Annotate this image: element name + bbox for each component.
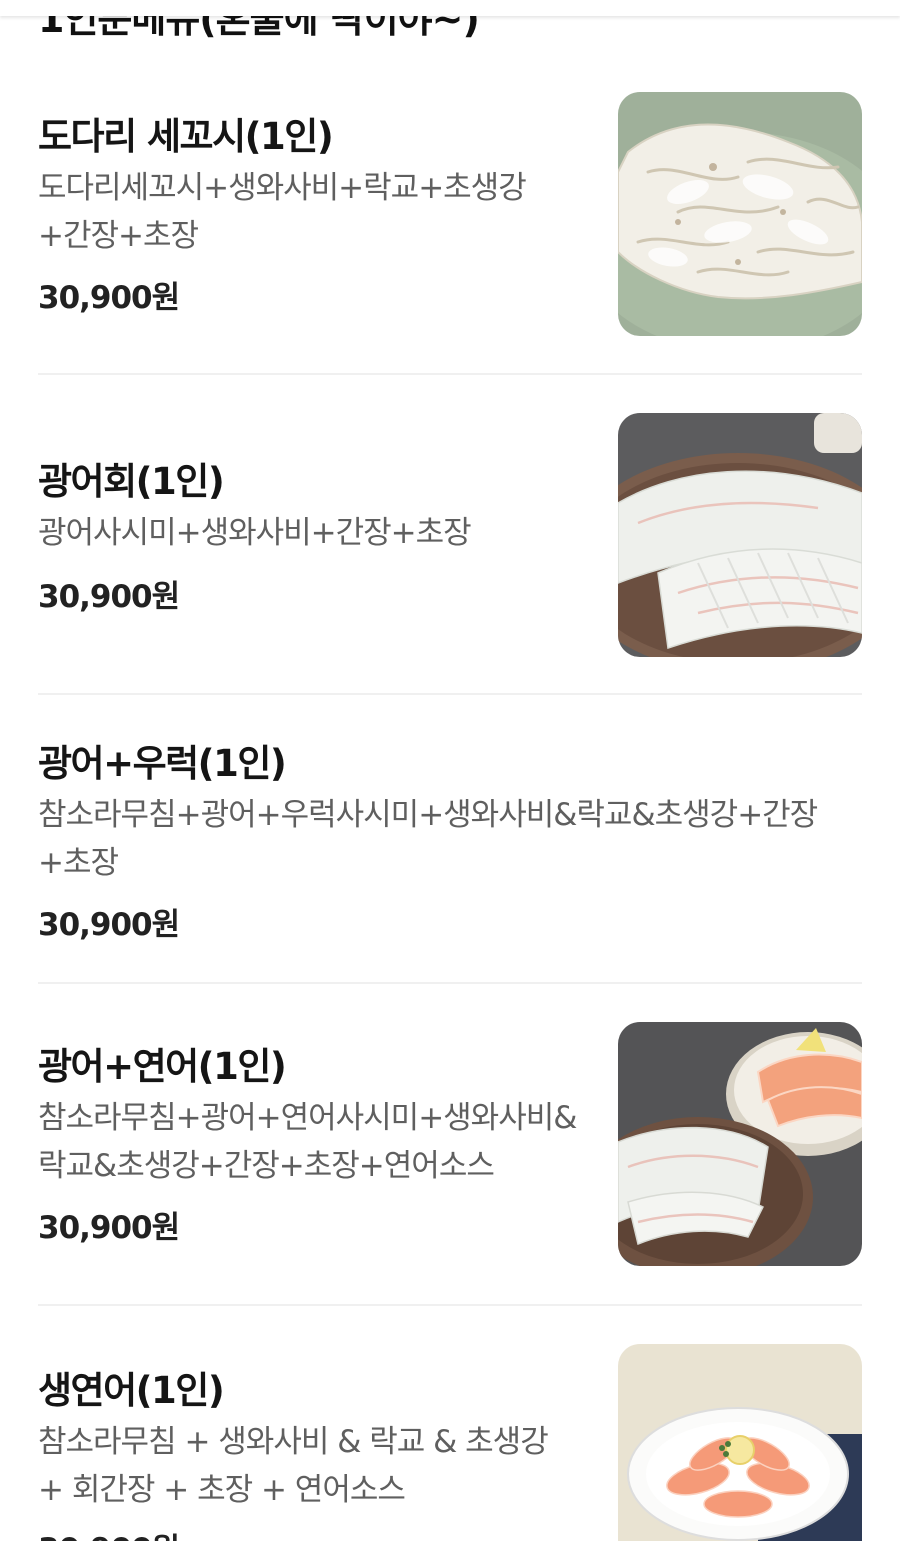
menu-item-name: 도다리 세꼬시(1인) xyxy=(38,115,334,158)
flatfish-salmon-image xyxy=(618,1022,862,1266)
menu-item-price: 30,900원 xyxy=(38,907,180,943)
flatfish-sashimi-image xyxy=(618,413,862,657)
menu-item-price: 30,900원 xyxy=(38,280,180,316)
menu-item[interactable]: 광어회(1인) 광어사시미+생와사비+간장+초장 30,900원 xyxy=(38,413,862,657)
menu-page: 1인분메뉴(혼술에 딱이야~) 도다리 세꼬시(1인) 도다리세꼬시+생와사비+… xyxy=(0,0,900,1541)
menu-item[interactable]: 광어+우럭(1인) 참소라무침+광어+우럭사시미+생와사비&락교&초생강+간장+… xyxy=(38,733,862,953)
divider xyxy=(38,982,862,984)
menu-item-description: 참소라무침 + 생와사비 & 락교 & 초생강 + 회간장 + 초장 + 연어소… xyxy=(38,1424,549,1508)
menu-item-price: 30,900원 xyxy=(38,1524,180,1541)
menu-item-name: 생연어(1인) xyxy=(38,1369,225,1412)
menu-item[interactable]: 생연어(1인) 참소라무침 + 생와사비 & 락교 & 초생강 + 회간장 + … xyxy=(38,1344,862,1541)
menu-item-description: 참소라무침+광어+연어사시미+생와사비&락교&초생강+간장+초장+연어소스 xyxy=(38,1100,577,1184)
menu-item-description: 참소라무침+광어+우럭사시미+생와사비&락교&초생강+간장+초장 xyxy=(38,797,818,881)
menu-item-price: 30,900원 xyxy=(38,1210,180,1246)
divider xyxy=(38,373,862,375)
menu-item-name: 광어+연어(1인) xyxy=(38,1045,287,1088)
menu-item[interactable]: 도다리 세꼬시(1인) 도다리세꼬시+생와사비+락교+초생강 +간장+초장 30… xyxy=(38,92,862,336)
menu-item[interactable]: 광어+연어(1인) 참소라무침+광어+연어사시미+생와사비&락교&초생강+간장+… xyxy=(38,1022,862,1266)
top-bar xyxy=(0,0,900,16)
dodari-sashimi-image xyxy=(618,92,862,336)
menu-item-name: 광어+우럭(1인) xyxy=(38,742,287,785)
menu-item-price: 30,900원 xyxy=(38,579,180,615)
salmon-sashimi-image xyxy=(618,1344,862,1541)
divider xyxy=(38,693,862,695)
divider xyxy=(38,1304,862,1306)
menu-item-name: 광어회(1인) xyxy=(38,460,225,503)
menu-item-description: 도다리세꼬시+생와사비+락교+초생강 +간장+초장 xyxy=(38,170,527,254)
menu-item-description: 광어사시미+생와사비+간장+초장 xyxy=(38,515,472,551)
